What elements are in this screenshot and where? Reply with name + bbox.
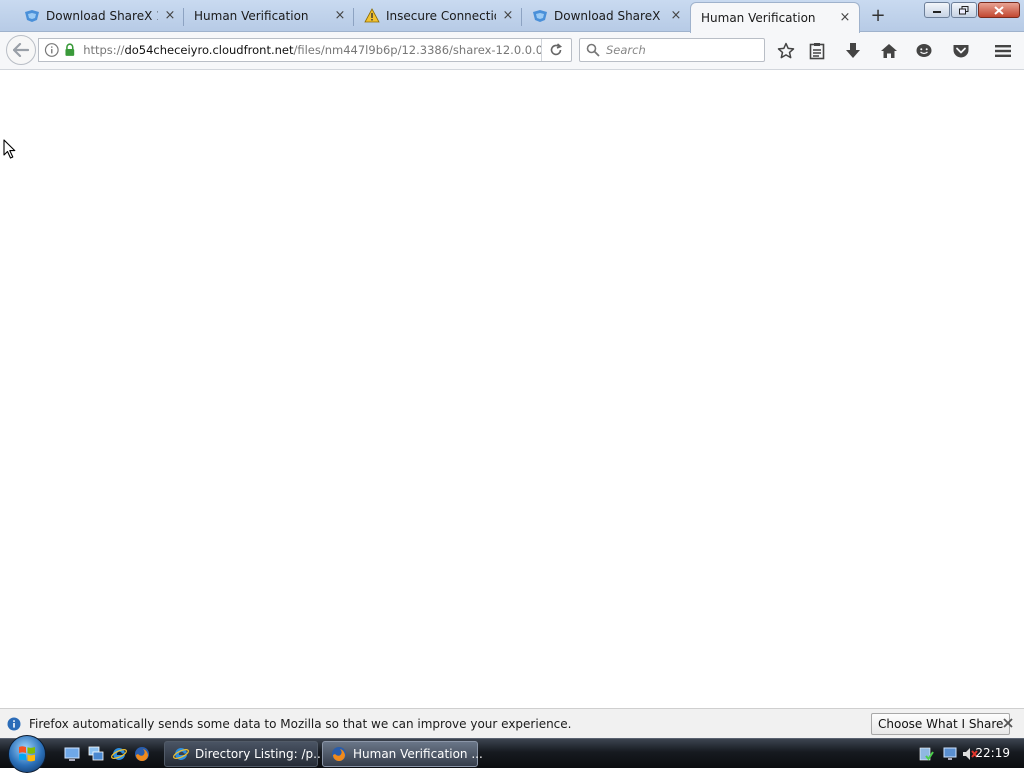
search-icon: [586, 43, 600, 57]
close-icon: [994, 5, 1004, 15]
tab-human-verification-1[interactable]: Human Verification ×: [184, 2, 354, 30]
restore-icon: [959, 5, 969, 14]
reading-list-button[interactable]: [806, 40, 828, 62]
navigation-toolbar: https://do54checeiyro.cloudfront.net/fil…: [0, 32, 1024, 70]
network-icon[interactable]: [942, 746, 958, 762]
url-bar[interactable]: https://do54checeiyro.cloudfront.net/fil…: [38, 38, 572, 62]
mouse-cursor-icon: [3, 139, 16, 159]
ie-icon: [173, 747, 189, 760]
home-icon: [881, 44, 897, 58]
menu-button[interactable]: [992, 40, 1014, 62]
page-content[interactable]: [0, 70, 1024, 708]
bookmark-star-button[interactable]: [775, 40, 797, 62]
tab-human-verification-active[interactable]: Human Verification ×: [690, 2, 860, 33]
minimize-button[interactable]: [924, 2, 950, 18]
pocket-button[interactable]: [950, 40, 972, 62]
window-controls: [924, 2, 1020, 18]
back-arrow-icon: [13, 43, 29, 57]
close-icon[interactable]: [1002, 717, 1014, 729]
tab-insecure-connection[interactable]: Insecure Connection ×: [354, 2, 522, 30]
data-reporting-notification: Firefox automatically sends some data to…: [0, 708, 1024, 738]
new-tab-button[interactable]: +: [868, 6, 888, 26]
download-arrow-icon: [846, 43, 860, 58]
info-icon[interactable]: [44, 42, 60, 58]
chat-bubble-icon: [916, 44, 932, 57]
url-text[interactable]: https://do54checeiyro.cloudfront.net/fil…: [83, 43, 541, 57]
tab-label: Human Verification: [194, 9, 309, 23]
taskbar-task-human-verification[interactable]: Human Verification ...: [322, 741, 483, 767]
url-host: do54checeiyro.cloudfront.net: [124, 43, 294, 57]
hamburger-menu-icon: [995, 45, 1011, 57]
tab-strip: Download ShareX 1... × Human Verificatio…: [0, 0, 1024, 33]
sharex-icon: [533, 10, 547, 22]
pocket-icon: [953, 45, 969, 58]
url-path: /files/nm447l9b6p/12.3386/sharex-12.0.0.…: [293, 43, 541, 57]
task-label: Directory Listing: /p...: [195, 747, 325, 761]
search-bar[interactable]: [579, 38, 765, 62]
warning-icon: [364, 8, 380, 23]
url-scheme: https://: [83, 43, 125, 57]
tab-label: Download ShareX 1...: [46, 9, 158, 23]
reload-button[interactable]: [540, 39, 571, 61]
lock-icon[interactable]: [64, 43, 76, 57]
close-tab-icon[interactable]: ×: [164, 9, 176, 22]
close-window-button[interactable]: [978, 2, 1020, 18]
notification-text: Firefox automatically sends some data to…: [29, 716, 572, 731]
show-desktop-icon[interactable]: [64, 746, 80, 762]
firefox-icon[interactable]: [134, 746, 150, 762]
security-shield-icon[interactable]: [918, 746, 934, 762]
system-clock: 22:19: [975, 746, 1010, 760]
windows-taskbar: Directory Listing: /p... Human Verificat…: [0, 735, 1024, 773]
search-input[interactable]: [604, 42, 764, 58]
close-tab-icon[interactable]: ×: [502, 9, 514, 22]
close-tab-icon[interactable]: ×: [670, 9, 682, 22]
tab-download-sharex-1[interactable]: Download ShareX 1... ×: [14, 2, 184, 30]
close-tab-icon[interactable]: ×: [334, 9, 346, 22]
task-label: Human Verification ...: [353, 747, 483, 761]
sharex-icon: [25, 10, 39, 22]
hello-button[interactable]: [913, 40, 935, 62]
tab-label: Insecure Connection: [386, 9, 496, 23]
clipboard-icon: [809, 43, 825, 60]
star-icon: [777, 42, 795, 59]
restore-button[interactable]: [951, 2, 977, 18]
taskbar-task-directory-listing[interactable]: Directory Listing: /p...: [164, 741, 325, 767]
start-button[interactable]: [8, 735, 46, 773]
close-tab-icon[interactable]: ×: [839, 11, 851, 24]
back-button[interactable]: [6, 35, 36, 65]
minimize-icon: [933, 11, 941, 13]
info-icon: [7, 717, 21, 730]
tab-label: Download ShareX 1...: [554, 9, 664, 23]
downloads-button[interactable]: [842, 40, 864, 62]
tab-download-sharex-2[interactable]: Download ShareX 1... ×: [522, 2, 690, 30]
reload-icon: [551, 43, 563, 56]
choose-what-i-share-button[interactable]: Choose What I Share: [871, 713, 1011, 735]
home-button[interactable]: [878, 40, 900, 62]
ie-icon[interactable]: [111, 746, 127, 762]
windows-logo-icon: [19, 746, 35, 762]
switch-windows-icon[interactable]: [88, 746, 104, 762]
tab-label: Human Verification: [701, 11, 816, 25]
firefox-icon: [332, 747, 346, 761]
